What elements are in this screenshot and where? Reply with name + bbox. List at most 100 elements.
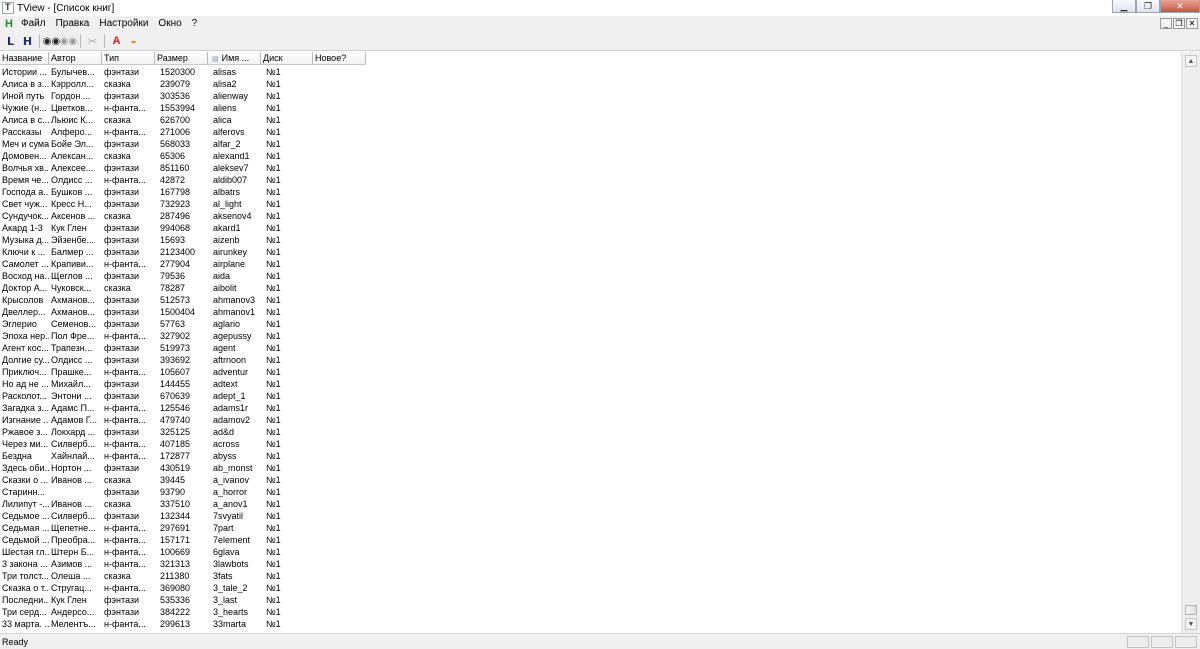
cell-title: Меч и сума xyxy=(2,139,49,149)
book-list[interactable]: Название Автор Тип Размер ▤ Имя ... Диск … xyxy=(0,52,1181,633)
cell-new xyxy=(313,162,366,174)
table-row[interactable]: Но ад не ... Михайл... фэнтази 144455 adtext… xyxy=(0,378,366,390)
table-row[interactable]: Меч и сума Бойе Эл... фэнтази 568033 alfar_2… xyxy=(0,138,366,150)
table-row[interactable]: 33 марта. ... Мелентъ... н-фанта... 299613 3… xyxy=(0,618,366,630)
h-button[interactable]: H xyxy=(19,33,36,50)
cell-new xyxy=(313,126,366,138)
cell-type: фэнтази xyxy=(104,487,140,497)
cell-filename: aksenov4 xyxy=(213,211,252,221)
table-row[interactable]: Приключ... Прашке... н-фанта... 105607 adven… xyxy=(0,366,366,378)
cell-disk: №1 xyxy=(266,223,281,233)
table-row[interactable]: Агент кос... Трапезн... фэнтази 519973 agent… xyxy=(0,342,366,354)
cell-filename: ahmanov1 xyxy=(213,307,256,317)
cell-new xyxy=(313,330,366,342)
menu-edit[interactable]: Правка xyxy=(51,16,95,32)
cell-type: н-фанта... xyxy=(104,415,146,425)
scroll-up-button[interactable]: ▲ xyxy=(1185,55,1197,67)
mdi-close-button[interactable]: ✕ xyxy=(1186,18,1198,29)
table-row[interactable]: Иной путь Гордон ... фэнтази 303536 alienway… xyxy=(0,90,366,102)
cut-button[interactable]: ✂ xyxy=(84,33,101,50)
mdi-restore-button[interactable]: ❐ xyxy=(1173,18,1185,29)
table-row[interactable]: 3 закона ... Азимов ... н-фанта... 321313 3l… xyxy=(0,558,366,570)
find-next-button[interactable]: ◉◉ xyxy=(60,33,77,50)
table-row[interactable]: Алиса в з... Кэрролл... сказка 239079 alisa2… xyxy=(0,78,366,90)
cell-size: 535336 xyxy=(160,595,191,605)
l-button[interactable]: L xyxy=(2,33,19,50)
cell-title: Три толст... xyxy=(2,571,49,581)
vertical-scrollbar[interactable]: ▲ ▼ xyxy=(1181,52,1200,633)
table-row[interactable]: Седьмой ... Преобра... н-фанта... 157171 7el… xyxy=(0,534,366,546)
table-row[interactable]: Двеллер... Ахманов... фэнтази 1500404 ahmano… xyxy=(0,306,366,318)
table-row[interactable]: Через ми... Силверб... н-фанта... 407185 acr… xyxy=(0,438,366,450)
table-row[interactable]: Изгнание ... Адамов Г... н-фанта... 479740 a… xyxy=(0,414,366,426)
table-row[interactable]: Последни... Кук Глен фэнтази 535336 3_last №1 xyxy=(0,594,366,606)
cell-filename: alienway xyxy=(213,91,249,101)
find-button[interactable]: ◉◉ xyxy=(43,33,60,50)
table-row[interactable]: Три серд... Андерсо... фэнтази 384222 3_hear… xyxy=(0,606,366,618)
maximize-button[interactable]: ❐ xyxy=(1136,0,1160,13)
mdi-controls: _ ❐ ✕ xyxy=(1160,18,1198,29)
column-header-new[interactable]: Новое? xyxy=(313,52,366,65)
menu-settings[interactable]: Настройки xyxy=(94,16,153,32)
cell-size: 732923 xyxy=(160,199,191,209)
table-row[interactable]: Сказки о ... Иванов ... сказка 39445 a_ivano… xyxy=(0,474,366,486)
table-row[interactable]: Ржавое з... Локхард ... фэнтази 325125 ad&d №… xyxy=(0,426,366,438)
table-row[interactable]: Господа а... Бушков ... фэнтази 167798 albat… xyxy=(0,186,366,198)
table-row[interactable]: Волчья хв... Алексее... фэнтази 851160 aleks… xyxy=(0,162,366,174)
table-row[interactable]: Расколот... Энтони ... фэнтази 670639 adept_… xyxy=(0,390,366,402)
table-row[interactable]: Старинн... фэнтази 93790 a_horror №1 xyxy=(0,486,366,498)
scroll-down-button[interactable]: ▼ xyxy=(1185,618,1197,630)
child-window-icon[interactable]: H xyxy=(2,17,16,31)
menu-help[interactable]: ? xyxy=(187,16,203,32)
column-header-size[interactable]: Размер xyxy=(155,52,208,65)
menu-window[interactable]: Окно xyxy=(153,16,186,32)
cell-size: 105607 xyxy=(160,367,191,377)
cell-new xyxy=(313,66,366,78)
table-row[interactable]: Домовен... Алексан... сказка 65306 alexand1 №… xyxy=(0,150,366,162)
table-row[interactable]: Шестая гл... Штерн Б... н-фанта... 100669 6g… xyxy=(0,546,366,558)
cell-new xyxy=(313,390,366,402)
mdi-minimize-button[interactable]: _ xyxy=(1160,18,1172,29)
table-row[interactable]: Лилипут -... Иванов ... сказка 337510 a_anov… xyxy=(0,498,366,510)
cell-disk: №1 xyxy=(266,91,281,101)
table-row[interactable]: Алиса в с... Льюис К... сказка 626700 alica №… xyxy=(0,114,366,126)
table-row[interactable]: Здесь оби... Нортон ... фэнтази 430519 ab_mo… xyxy=(0,462,366,474)
minimize-button[interactable]: ▁ xyxy=(1112,0,1136,13)
table-row[interactable]: Музыка д... Эйзенбе... фэнтази 15693 aizenb №… xyxy=(0,234,366,246)
column-header-title[interactable]: Название xyxy=(0,52,49,65)
table-row[interactable]: Рассказы Алферо... н-фанта... 271006 alferov… xyxy=(0,126,366,138)
table-row[interactable]: Сундучок... Аксенов ... сказка 287496 akseno… xyxy=(0,210,366,222)
cell-new xyxy=(313,438,366,450)
table-row[interactable]: Сказка о т... Стругац... н-фанта... 369080 3… xyxy=(0,582,366,594)
column-header-disk[interactable]: Диск xyxy=(261,52,313,65)
menu-file[interactable]: Файл xyxy=(16,16,51,32)
table-row[interactable]: Самолет ... Крапиви... н-фанта... 277904 air… xyxy=(0,258,366,270)
table-row[interactable]: Ключи к ... Балмер ... фэнтази 2123400 airun… xyxy=(0,246,366,258)
cell-size: 393692 xyxy=(160,355,191,365)
table-row[interactable]: Чужие (н... Цветков... н-фанта... 1553994 al… xyxy=(0,102,366,114)
table-row[interactable]: Время че... Олдисс ... н-фанта... 42872 aldi… xyxy=(0,174,366,186)
table-row[interactable]: Акард 1-3 Кук Глен фэнтази 994068 akard1 №1 xyxy=(0,222,366,234)
table-row[interactable]: Крысолов Ахманов... фэнтази 512573 ahmanov3 №… xyxy=(0,294,366,306)
column-header-author[interactable]: Автор xyxy=(49,52,102,65)
table-row[interactable]: Эглерио Семенов... фэнтази 57763 aglario №1 xyxy=(0,318,366,330)
font-color-button[interactable]: A xyxy=(108,33,125,50)
column-header-filename[interactable]: ▤ Имя ... xyxy=(208,52,261,65)
table-row[interactable]: Седьмое ... Силверб... фэнтази 132344 7svyat… xyxy=(0,510,366,522)
table-row[interactable]: Седьмая ... Щепетне... н-фанта... 297691 7pa… xyxy=(0,522,366,534)
app-icon[interactable] xyxy=(2,2,14,14)
column-header-type[interactable]: Тип xyxy=(102,52,155,65)
table-row[interactable]: Бездна Хайнлай... н-фанта... 172877 abyss №1 xyxy=(0,450,366,462)
scroll-thumb[interactable] xyxy=(1185,605,1197,615)
table-row[interactable]: Доктор А... Чуковск... сказка 78287 aibolit №… xyxy=(0,282,366,294)
table-row[interactable]: Восход на... Щеглов ... фэнтази 79536 aida №1 xyxy=(0,270,366,282)
table-row[interactable]: Эпоха нер... Пол Фре... н-фанта... 327902 ag… xyxy=(0,330,366,342)
table-row[interactable]: Три толст... Олеша ... сказка 211380 3fats №1 xyxy=(0,570,366,582)
table-row[interactable]: Долгие су... Олдисс ... фэнтази 393692 aftrn… xyxy=(0,354,366,366)
table-row[interactable]: Загадка з... Адамс П... н-фанта... 125546 ad… xyxy=(0,402,366,414)
table-row[interactable]: Истории ... Булычев... фэнтази 1520300 alisa… xyxy=(0,66,366,78)
cell-type: фэнтази xyxy=(104,595,140,605)
close-button[interactable]: ✕ xyxy=(1160,0,1200,13)
fill-color-button[interactable]: ◒ xyxy=(125,33,142,50)
table-row[interactable]: Свет чуж... Кресс Н... фэнтази 732923 al_lig… xyxy=(0,198,366,210)
